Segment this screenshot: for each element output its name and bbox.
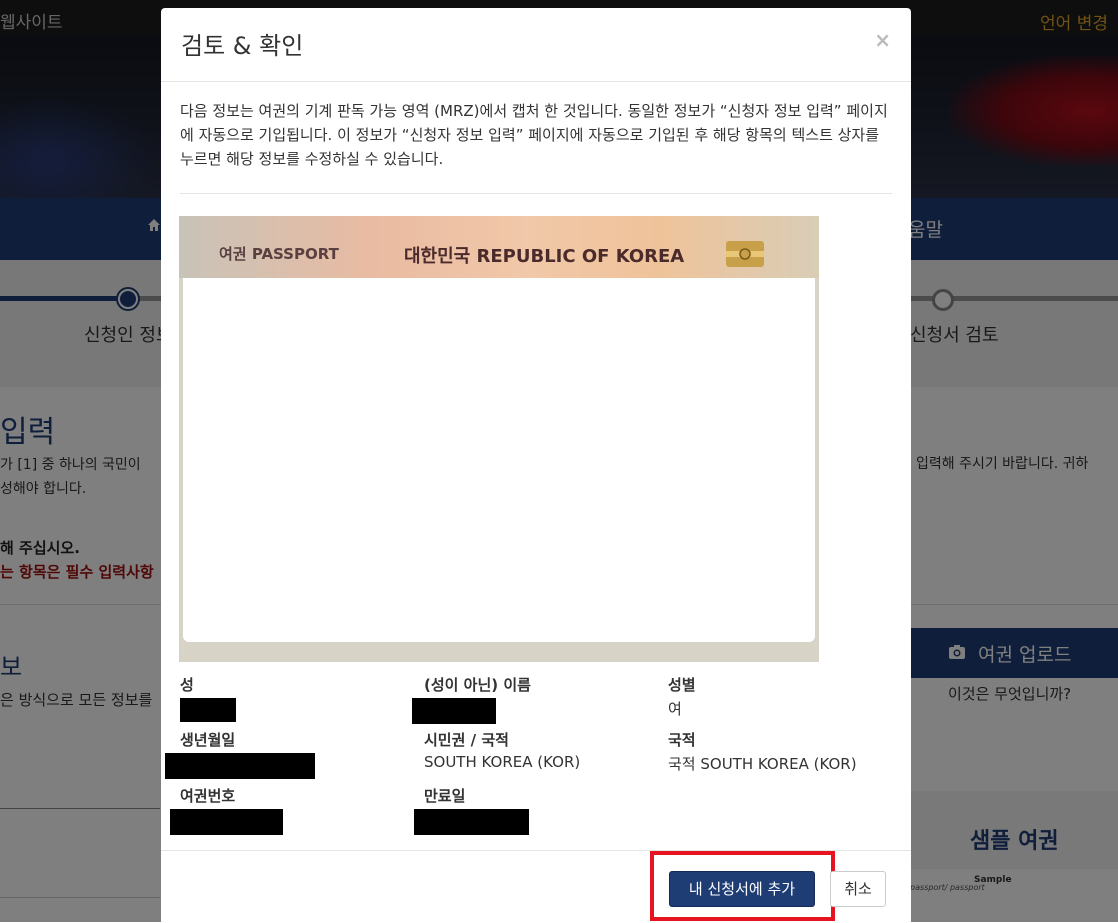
field-nationality: 국적 국적 SOUTH KOREA (KOR) <box>668 729 857 774</box>
field-expiry-date: 만료일 <box>414 785 529 835</box>
nationality-value: 국적 SOUTH KOREA (KOR) <box>668 755 857 773</box>
citizenship-label: 시민권 / 국적 <box>424 731 509 749</box>
surname-redacted <box>180 698 236 722</box>
passport-country-label: 대한민국 REPUBLIC OF KOREA <box>404 246 685 267</box>
passport-header-band: 여권 PASSPORT 대한민국 REPUBLIC OF KOREA <box>179 216 819 278</box>
passport-number-redacted <box>170 809 283 835</box>
field-date-of-birth: 생년월일 <box>165 729 315 779</box>
cancel-button[interactable]: 취소 <box>830 871 886 907</box>
nationality-label: 국적 <box>668 731 696 749</box>
field-sex: 성별 여 <box>668 674 696 719</box>
review-confirm-modal: 검토 & 확인 × 다음 정보는 여권의 기계 판독 가능 영역 (MRZ)에서… <box>161 8 911 922</box>
divider <box>180 193 892 194</box>
field-surname: 성 <box>180 674 236 722</box>
citizenship-value: SOUTH KOREA (KOR) <box>424 753 581 771</box>
close-icon[interactable]: × <box>874 28 891 52</box>
modal-title: 검토 & 확인 <box>181 32 304 60</box>
modal-header: 검토 & 확인 × <box>161 8 911 82</box>
sex-value: 여 <box>668 700 682 718</box>
field-citizenship: 시민권 / 국적 SOUTH KOREA (KOR) <box>424 729 580 771</box>
passport-label: 여권 PASSPORT <box>219 245 339 263</box>
expiry-redacted <box>414 809 529 835</box>
given-name-redacted <box>412 698 496 724</box>
surname-label: 성 <box>180 676 194 694</box>
modal-description: 다음 정보는 여권의 기계 판독 가능 영역 (MRZ)에서 캡처 한 것입니다… <box>180 102 888 168</box>
passport-data-area <box>183 278 815 642</box>
add-to-application-button[interactable]: 내 신청서에 추가 <box>669 871 815 907</box>
given-name-label: (성이 아닌) 이름 <box>424 676 531 694</box>
passport-scan-image: 여권 PASSPORT 대한민국 REPUBLIC OF KOREA <box>179 216 819 662</box>
dob-redacted <box>165 753 315 779</box>
sex-label: 성별 <box>668 676 696 694</box>
expiry-label: 만료일 <box>424 787 466 805</box>
modal-footer: 내 신청서에 추가 취소 <box>161 850 911 923</box>
passport-number-label: 여권번호 <box>180 787 236 805</box>
chip-icon <box>726 241 764 267</box>
dob-label: 생년월일 <box>180 731 236 749</box>
field-given-name: (성이 아닌) 이름 <box>412 674 531 724</box>
field-passport-number: 여권번호 <box>170 785 283 835</box>
